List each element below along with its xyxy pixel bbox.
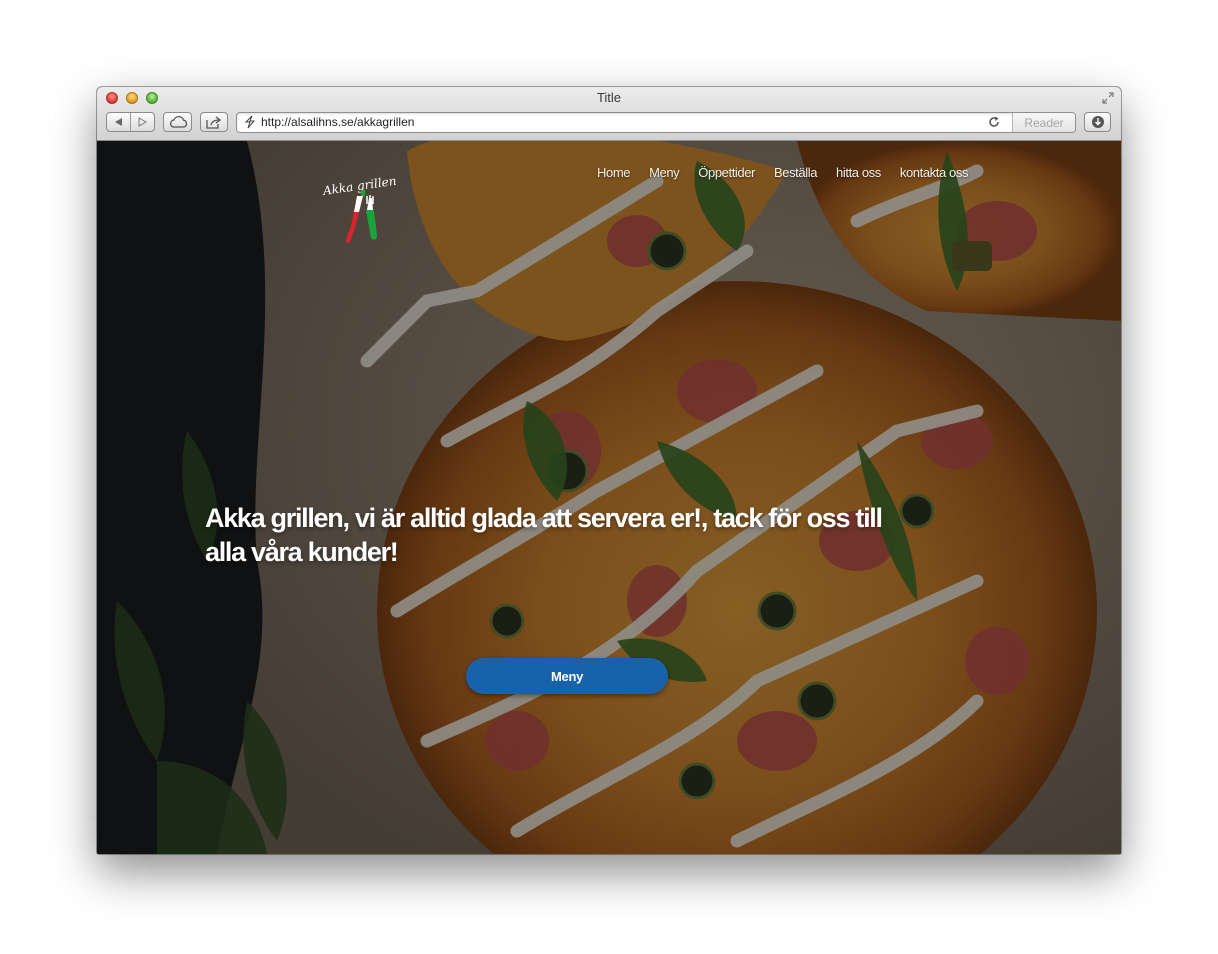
- nav-link-bestalla[interactable]: Beställa: [774, 165, 817, 180]
- icloud-tabs-button[interactable]: [163, 112, 192, 132]
- menu-cta-button[interactable]: Meny: [466, 658, 668, 694]
- hero-dark-overlay: [97, 141, 1121, 854]
- browser-toolbar: Title http://alsalihns.se/akkagrillen Re…: [97, 87, 1121, 141]
- back-button[interactable]: [107, 113, 130, 131]
- nav-link-home[interactable]: Home: [597, 165, 630, 180]
- share-button[interactable]: [200, 112, 228, 132]
- nav-link-kontakta-oss[interactable]: kontakta oss: [900, 165, 969, 180]
- forward-arrow-icon: [138, 117, 147, 127]
- window-title: Title: [596, 90, 622, 105]
- main-navigation: Home Meny Öppettider Beställa hitta oss …: [597, 165, 987, 180]
- page-viewport: Akka grillen Home Meny Öppettider Bestäl…: [97, 141, 1121, 854]
- nav-link-oppettider[interactable]: Öppettider: [698, 165, 755, 180]
- hero-headline: Akka grillen, vi är alltid glada att ser…: [205, 503, 883, 567]
- site-icon: [244, 115, 256, 129]
- svg-text:Akka grillen: Akka grillen: [321, 174, 397, 198]
- download-icon: [1091, 116, 1104, 128]
- reload-icon[interactable]: [987, 115, 1001, 129]
- downloads-button[interactable]: [1084, 112, 1111, 132]
- nav-link-meny[interactable]: Meny: [649, 165, 680, 180]
- forward-button[interactable]: [131, 113, 154, 131]
- reader-button[interactable]: Reader: [1012, 113, 1075, 132]
- browser-window: Title http://alsalihns.se/akkagrillen Re…: [97, 87, 1121, 854]
- address-bar[interactable]: http://alsalihns.se/akkagrillen: [236, 112, 1076, 133]
- back-forward-group: [106, 112, 155, 132]
- site-logo[interactable]: Akka grillen: [321, 168, 397, 248]
- back-arrow-icon: [115, 118, 122, 126]
- nav-link-hitta-oss[interactable]: hitta oss: [836, 165, 881, 180]
- url-text: http://alsalihns.se/akkagrillen: [261, 115, 415, 129]
- share-icon: [206, 115, 222, 129]
- fullscreen-icon[interactable]: [1101, 91, 1115, 105]
- cloud-icon: [169, 116, 187, 128]
